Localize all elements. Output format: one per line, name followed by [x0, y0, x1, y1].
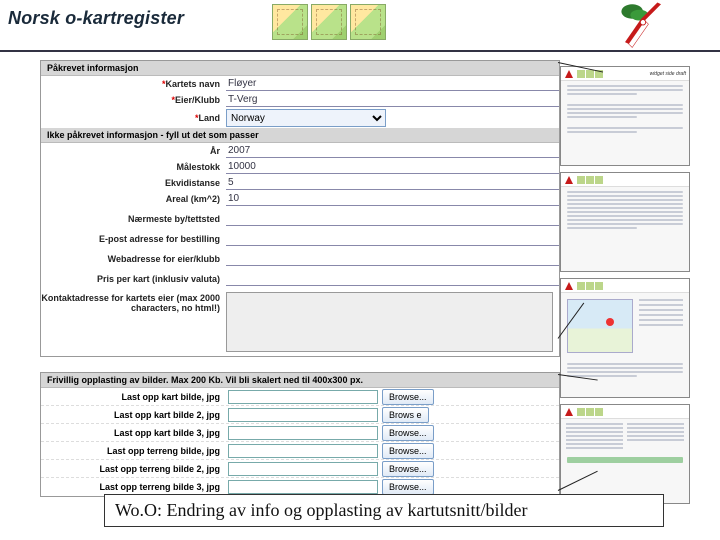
section-required: Påkrevet informasjon — [41, 61, 559, 76]
label-scale: Målestokk — [41, 162, 226, 172]
email-input[interactable] — [226, 232, 559, 246]
section-upload: Frivillig opplasting av bilder. Max 200 … — [41, 373, 559, 388]
upload-row: Last opp terreng bilde 2, jpg Browse... — [41, 460, 559, 478]
label-weburl: Webadresse for eier/klubb — [41, 254, 226, 264]
upload-label: Last opp terreng bilde, jpg — [41, 446, 226, 456]
upload-label: Last opp terreng bilde 3, jpg — [41, 482, 226, 492]
browse-button[interactable]: Browse... — [382, 479, 434, 495]
image-upload-form: Frivillig opplasting av bilder. Max 200 … — [40, 372, 560, 497]
preview-title: widget side draft — [650, 71, 686, 77]
browse-button[interactable]: Browse... — [382, 389, 434, 405]
area-input[interactable] — [226, 192, 559, 206]
compass-logo-icon — [564, 175, 574, 185]
browse-button[interactable]: Browse... — [382, 461, 434, 477]
label-map-name: *Kartets navn — [41, 79, 226, 89]
map-thumb-icon — [272, 4, 308, 40]
label-country: *Land — [41, 113, 226, 123]
owner-club-input[interactable] — [226, 93, 559, 107]
file-path-input[interactable] — [228, 408, 378, 422]
file-path-input[interactable] — [228, 480, 378, 494]
upload-label: Last opp kart bilde, jpg — [41, 392, 226, 402]
compass-logo-icon — [564, 407, 574, 417]
section-optional: Ikke påkrevet informasjon - fyll ut det … — [41, 128, 559, 143]
map-thumb-icon — [311, 4, 347, 40]
nearest-town-input[interactable] — [226, 212, 559, 226]
label-email: E-post adresse for bestilling — [41, 234, 226, 244]
year-input[interactable] — [226, 144, 559, 158]
equidistance-input[interactable] — [226, 176, 559, 190]
preview-stack: widget side draft — [560, 66, 690, 510]
upload-row: Last opp terreng bilde, jpg Browse... — [41, 442, 559, 460]
label-owner-club: *Eier/Klubb — [41, 95, 226, 105]
label-price: Pris per kart (inklusiv valuta) — [41, 274, 226, 284]
file-path-input[interactable] — [228, 444, 378, 458]
label-area: Areal (km^2) — [41, 194, 226, 204]
upload-row: Last opp kart bilde 2, jpg Brows e — [41, 406, 559, 424]
label-contact: Kontaktadresse for kartets eier (max 200… — [41, 291, 226, 313]
preview-list-page — [560, 404, 690, 504]
upload-row: Last opp kart bilde 3, jpg Browse... — [41, 424, 559, 442]
label-year: År — [41, 146, 226, 156]
country-select[interactable]: Norway — [226, 109, 386, 127]
label-equidistance: Ekvidistanse — [41, 178, 226, 188]
compass-logo-icon — [564, 281, 574, 291]
browse-button[interactable]: Brows e — [382, 407, 429, 423]
browse-button[interactable]: Browse... — [382, 443, 434, 459]
map-thumbnail-icon — [567, 299, 633, 353]
map-thumb-icon — [350, 4, 386, 40]
upload-label: Last opp kart bilde 2, jpg — [41, 410, 226, 420]
preview-map-page — [560, 278, 690, 398]
weburl-input[interactable] — [226, 252, 559, 266]
price-input[interactable] — [226, 272, 559, 286]
preview-form-page — [560, 172, 690, 272]
upload-label: Last opp terreng bilde 2, jpg — [41, 464, 226, 474]
compass-logo-icon — [564, 69, 574, 79]
file-path-input[interactable] — [228, 390, 378, 404]
slide-caption: Wo.O: Endring av info og opplasting av k… — [104, 494, 664, 527]
preview-detail-page: widget side draft — [560, 66, 690, 166]
header-map-thumbs — [272, 4, 386, 40]
map-info-form: Påkrevet informasjon *Kartets navn *Eier… — [40, 60, 560, 357]
file-path-input[interactable] — [228, 462, 378, 476]
scale-input[interactable] — [226, 160, 559, 174]
file-path-input[interactable] — [228, 426, 378, 440]
browse-button[interactable]: Browse... — [382, 425, 434, 441]
compass-logo-icon — [616, 2, 670, 48]
upload-row: Last opp kart bilde, jpg Browse... — [41, 388, 559, 406]
upload-label: Last opp kart bilde 3, jpg — [41, 428, 226, 438]
map-name-input[interactable] — [226, 77, 559, 91]
label-nearest-town: Nærmeste by/tettsted — [41, 214, 226, 224]
contact-textarea[interactable] — [226, 292, 553, 352]
